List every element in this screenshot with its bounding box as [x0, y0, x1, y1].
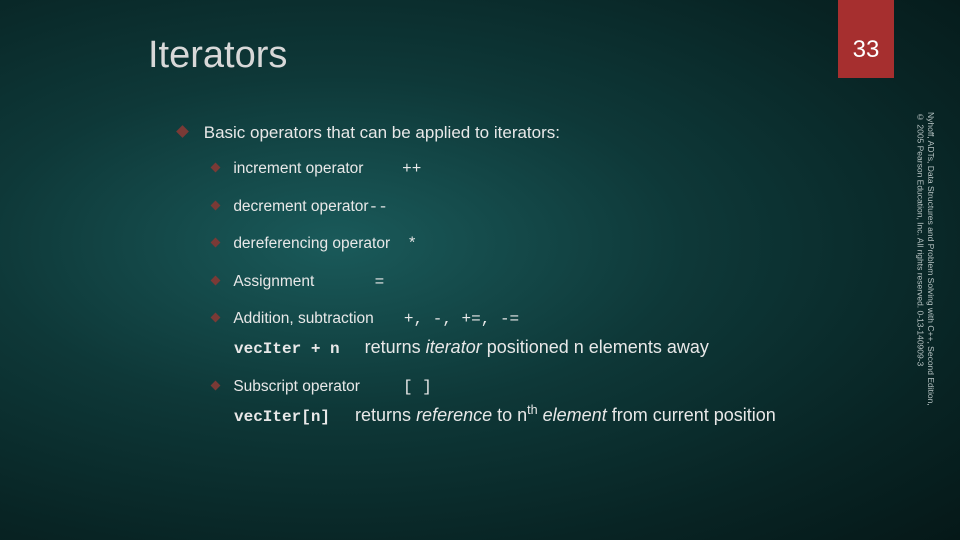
operator-list: increment operator ++ decrement operator…	[212, 159, 870, 429]
operator-label: Subscript operator	[233, 377, 360, 398]
list-item: increment operator ++	[212, 159, 870, 181]
operator-symbol: +, -, +=, -=	[404, 310, 519, 328]
operator-description: vecIter + n returns iterator positioned …	[234, 335, 870, 361]
slide-title: Iterators	[148, 34, 287, 77]
operator-symbol: ++	[402, 160, 421, 178]
main-bullet: Basic operators that can be applied to i…	[178, 122, 870, 429]
diamond-bullet-icon	[211, 162, 221, 172]
operator-description: vecIter[n] returns reference to nth elem…	[234, 402, 870, 429]
diamond-bullet-icon	[211, 313, 221, 323]
operator-symbol: [ ]	[403, 378, 432, 396]
desc-sup: th	[527, 403, 538, 417]
operator-label: dereferencing operator	[233, 234, 390, 255]
operator-symbol: --	[369, 198, 388, 216]
desc-text: returns	[365, 337, 426, 357]
desc-emph: reference	[416, 405, 492, 425]
code-snippet: vecIter + n	[234, 340, 340, 358]
main-heading: Basic operators that can be applied to i…	[204, 123, 560, 142]
operator-label: decrement operator	[233, 197, 368, 218]
page-number-badge: 33	[838, 0, 894, 78]
desc-text: positioned n elements away	[482, 337, 709, 357]
list-item: Subscript operator [ ] vecIter[n] return…	[212, 377, 870, 429]
desc-text: returns	[355, 405, 416, 425]
operator-symbol: *	[407, 235, 417, 253]
diamond-bullet-icon	[211, 238, 221, 248]
diamond-bullet-icon	[211, 275, 221, 285]
slide-content: Basic operators that can be applied to i…	[178, 122, 870, 447]
desc-text: from current position	[607, 405, 776, 425]
citation-text: Nyhoff, ADTs, Data Structures and Proble…	[902, 112, 936, 412]
code-snippet: vecIter[n]	[234, 408, 330, 426]
desc-emph: iterator	[426, 337, 482, 357]
diamond-bullet-icon	[211, 200, 221, 210]
operator-label: increment operator	[233, 159, 363, 180]
diamond-bullet-icon	[176, 125, 189, 138]
list-item: dereferencing operator *	[212, 234, 870, 256]
diamond-bullet-icon	[211, 380, 221, 390]
desc-emph: element	[538, 405, 607, 425]
operator-label: Addition, subtraction	[233, 309, 373, 330]
list-item: decrement operator--	[212, 197, 870, 219]
operator-label: Assignment	[233, 272, 314, 293]
list-item: Assignment =	[212, 272, 870, 294]
operator-symbol: =	[375, 273, 385, 291]
list-item: Addition, subtraction +, -, +=, -= vecIt…	[212, 309, 870, 360]
desc-text: to n	[492, 405, 527, 425]
